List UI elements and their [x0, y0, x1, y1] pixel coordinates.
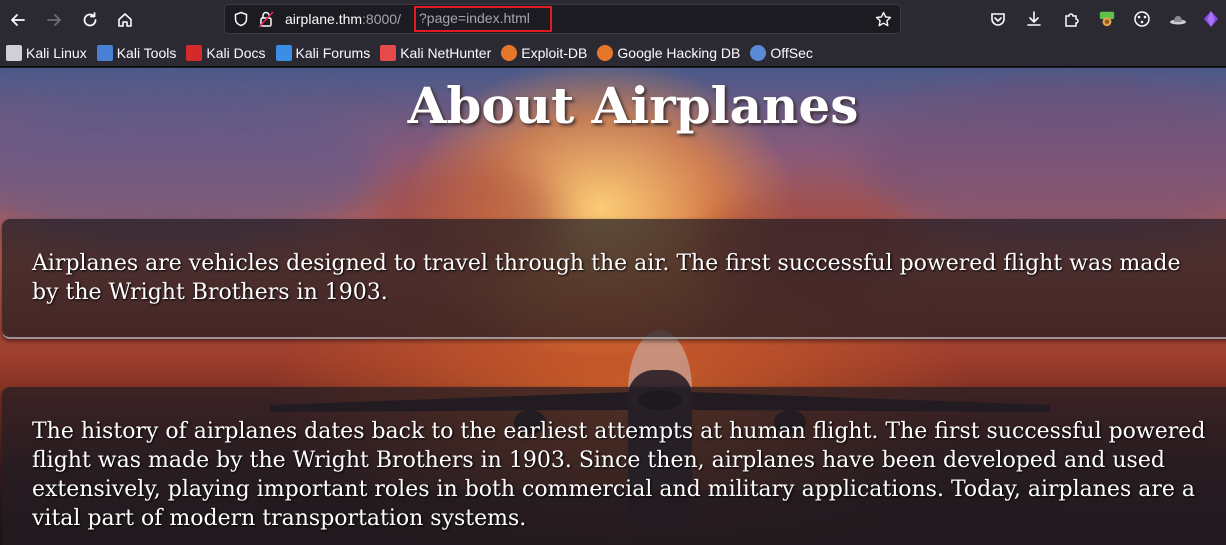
url-text: airplane.thm:8000/	[285, 11, 401, 27]
insecure-lock-icon[interactable]	[258, 10, 274, 28]
pocket-icon	[991, 13, 1005, 26]
kali-docs-icon	[186, 44, 203, 61]
download-icon	[1027, 11, 1041, 26]
reload-icon	[83, 12, 97, 27]
hat-icon	[1170, 16, 1186, 25]
bookmark-kali-docs[interactable]: Kali Docs	[186, 44, 266, 61]
kali-nethunter-icon	[380, 44, 397, 61]
burp-icon	[1099, 11, 1115, 27]
burp-extension-button[interactable]	[1097, 9, 1117, 29]
bookmark-label: OffSec	[770, 44, 813, 61]
page-title: About Airplanes	[407, 76, 859, 135]
pocket-button[interactable]	[988, 9, 1008, 29]
foxyproxy-button[interactable]	[1132, 9, 1152, 29]
bookmark-label: Kali Linux	[26, 44, 87, 61]
bookmark-google-hacking-db[interactable]: Google Hacking DB	[597, 44, 741, 61]
url-bar[interactable]: airplane.thm:8000/	[224, 4, 901, 34]
bookmark-label: Kali Forums	[295, 44, 371, 61]
bookmark-label: Kali Tools	[116, 44, 177, 61]
bookmark-star-icon[interactable]	[875, 11, 892, 28]
foxyproxy-icon	[1134, 11, 1150, 27]
offsec-icon	[750, 44, 767, 61]
reload-button[interactable]	[77, 7, 103, 33]
bookmark-kali-tools[interactable]: Kali Tools	[96, 44, 177, 61]
crystal-extension-button[interactable]	[1201, 9, 1221, 29]
url-port: :8000/	[362, 11, 401, 27]
home-button[interactable]	[112, 7, 138, 33]
forward-button[interactable]	[41, 7, 67, 33]
page-viewport: About Airplanes Airplanes are vehicles d…	[0, 68, 1226, 545]
bookmark-label: Google Hacking DB	[617, 44, 741, 61]
back-button[interactable]	[5, 7, 31, 33]
bookmark-label: Kali Docs	[206, 44, 266, 61]
arrow-right-icon	[47, 14, 61, 26]
bookmark-kali-forums[interactable]: Kali Forums	[275, 44, 371, 61]
url-host: airplane.thm	[285, 11, 363, 27]
bookmark-label: Kali NetHunter	[400, 44, 492, 61]
intro-card: Airplanes are vehicles designed to trave…	[2, 219, 1226, 339]
intro-text: Airplanes are vehicles designed to trave…	[32, 251, 1181, 305]
kali-dragon-icon	[6, 44, 22, 61]
browser-toolbar: airplane.thm:8000/ ?page=index.html	[0, 0, 1226, 39]
history-card: The history of airplanes dates back to t…	[2, 387, 1226, 545]
history-text: The history of airplanes dates back to t…	[32, 419, 1206, 531]
bookmark-offsec[interactable]: OffSec	[750, 44, 813, 61]
home-icon	[118, 13, 132, 27]
bookmark-kali-nethunter[interactable]: Kali NetHunter	[380, 44, 492, 61]
url-query: ?page=index.html	[419, 10, 530, 26]
bookmarks-bar: Kali Linux Kali Tools Kali Docs Kali For…	[0, 39, 1226, 67]
exploit-db-icon	[501, 44, 518, 61]
bookmark-label: Exploit-DB	[521, 44, 588, 61]
bookmark-exploit-db[interactable]: Exploit-DB	[501, 44, 588, 61]
ghdb-icon	[597, 44, 614, 61]
downloads-button[interactable]	[1024, 9, 1044, 29]
puzzle-icon	[1065, 13, 1079, 27]
shield-icon[interactable]	[233, 11, 249, 27]
bookmark-kali-linux[interactable]: Kali Linux	[6, 44, 87, 61]
extensions-button[interactable]	[1061, 9, 1081, 29]
purple-gem-icon	[1204, 11, 1218, 27]
kali-tools-icon	[96, 44, 113, 61]
hat-extension-button[interactable]	[1168, 9, 1188, 29]
arrow-left-icon	[11, 14, 25, 26]
kali-forums-icon	[275, 44, 292, 61]
